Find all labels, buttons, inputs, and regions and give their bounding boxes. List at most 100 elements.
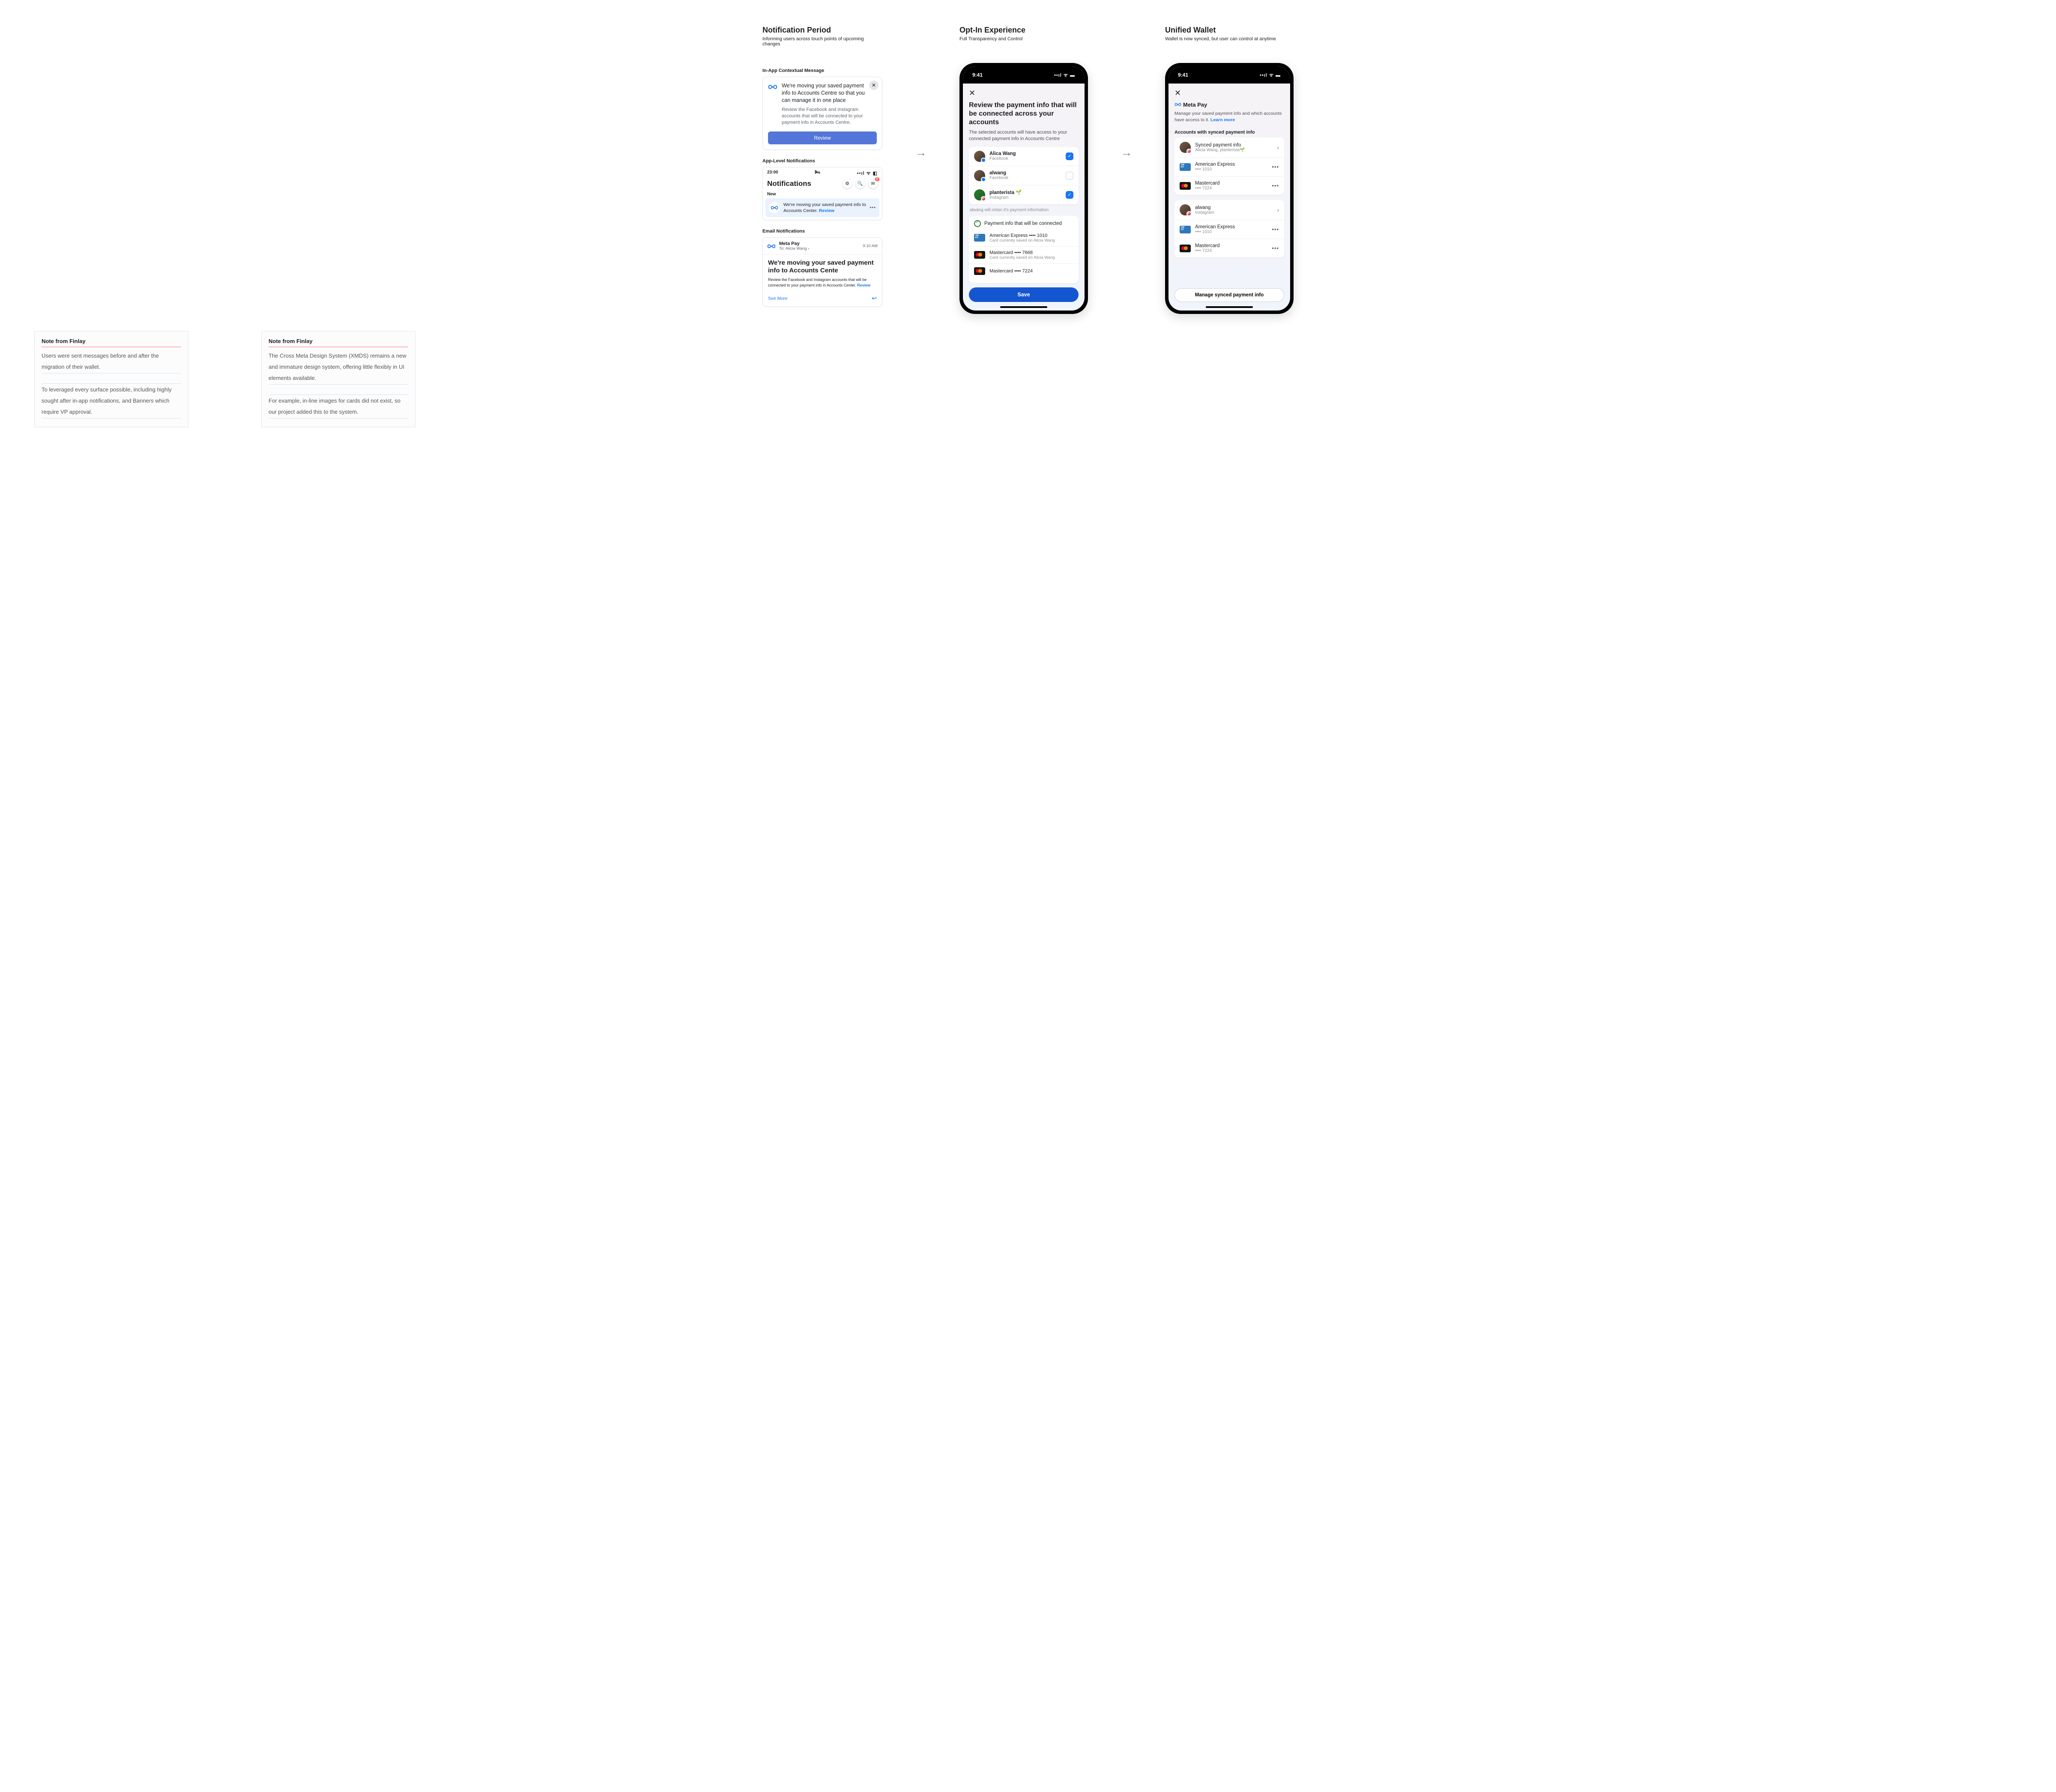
col3-title: Unified Wallet [1165, 26, 1216, 35]
label-applevel: App-Level Notifications [762, 158, 815, 164]
payment-row: Mastercard •••• 7224 [969, 263, 1079, 278]
arrow-icon: → [908, 26, 934, 159]
app-notification-screen: 23:00 🛏 ••ıl ᯤ ◧ Notifications ⚙ 🔍 ✉8 Ne… [762, 167, 882, 220]
manage-button[interactable]: Manage synced payment info [1174, 288, 1284, 302]
wallet-group: Synced payment infoAlicia Wang, planteri… [1174, 137, 1284, 195]
payment-row: Mastercard •••• 7668Card currently saved… [969, 246, 1079, 263]
meta-icon [769, 202, 780, 213]
label-email: Email Notifications [762, 229, 805, 234]
email-card: Meta Pay To: Alicia Wang › 9:10 AM We're… [762, 237, 882, 307]
mastercard-icon [974, 251, 985, 259]
optin-heading: Review the payment info that will be con… [969, 101, 1079, 127]
more-icon[interactable]: ••• [1272, 226, 1279, 233]
home-indicator [1206, 306, 1253, 308]
phone-frame-wallet: 9:41 ••ıl ᯤ ▬ ✕ Meta Pay Manage your sav… [1165, 63, 1294, 314]
wallet-group: alwangInstagram › American Express•••• 1… [1174, 200, 1284, 257]
amex-card-icon [1180, 163, 1191, 171]
more-icon[interactable]: ••• [1272, 245, 1279, 251]
email-body-text: Review the Facebook and Instagram accoun… [768, 277, 877, 288]
account-list: Alica WangFacebook ✓ alwangFacebook plan… [969, 147, 1079, 204]
meta-icon [1174, 101, 1181, 108]
wallet-section-label: Accounts with synced payment info [1174, 130, 1284, 135]
col1-title: Notification Period [762, 26, 831, 35]
account-row[interactable]: Alica WangFacebook ✓ [969, 147, 1079, 166]
instagram-badge-icon [981, 196, 986, 201]
more-icon[interactable]: ••• [1272, 182, 1279, 189]
wallet-card-row[interactable]: Mastercard•••• 7224 ••• [1174, 176, 1284, 195]
notifications-heading: Notifications [767, 179, 811, 188]
checkbox[interactable]: ✓ [1066, 191, 1073, 199]
badge-count: 8 [875, 177, 879, 181]
email-subject: We're moving your saved payment info to … [768, 259, 877, 275]
email-time: 9:10 AM [863, 244, 878, 248]
email-review-link[interactable]: Review [857, 283, 870, 287]
email-sender: Meta Pay [779, 241, 859, 246]
avatar [974, 189, 985, 200]
wallet-description: Manage your saved payment info and which… [1174, 111, 1284, 123]
payment-row: American Express •••• 1010Card currently… [969, 230, 1079, 246]
chevron-right-icon: › [1277, 207, 1279, 213]
avatar [974, 151, 985, 162]
avatar [974, 170, 985, 181]
inapp-title: We're moving your saved payment info to … [782, 82, 868, 104]
instagram-badge-icon [1186, 211, 1192, 216]
payment-heading: Payment info that will be connected [984, 221, 1062, 226]
col1-subtitle: Informing users across touch points of u… [762, 36, 882, 47]
search-icon[interactable]: 🔍 [855, 179, 865, 188]
mastercard-icon [1180, 182, 1191, 190]
arrow-icon: → [1114, 26, 1139, 159]
wallet-card-row[interactable]: American Express•••• 1010 ••• [1174, 220, 1284, 239]
account-row[interactable]: alwangFacebook [969, 166, 1079, 185]
more-icon[interactable]: ••• [1272, 164, 1279, 170]
save-button[interactable]: Save [969, 287, 1079, 302]
brand-label: Meta Pay [1183, 102, 1207, 108]
col2-subtitle: Full Transparency and Control [959, 36, 1022, 42]
home-indicator [1000, 306, 1047, 308]
note-left: Note from Finlay Users were sent message… [34, 331, 188, 427]
facebook-badge-icon [981, 158, 986, 163]
close-icon[interactable]: ✕ [969, 89, 1079, 98]
mastercard-icon [1180, 245, 1191, 252]
close-icon[interactable]: ✕ [1174, 89, 1284, 98]
account-row[interactable]: planterista 🌱Instagram ✓ [969, 185, 1079, 204]
new-label: New [763, 192, 882, 198]
avatar [1180, 142, 1191, 153]
optin-sub: The selected accounts will have access t… [969, 129, 1079, 143]
wallet-card-row[interactable]: Mastercard•••• 7224 ••• [1174, 239, 1284, 257]
mastercard-icon [974, 267, 985, 275]
close-icon[interactable]: ✕ [869, 81, 879, 90]
amex-card-icon [974, 234, 985, 242]
avatar [1180, 204, 1191, 215]
status-bar: 9:41 ••ıl ᯤ ▬ [1168, 66, 1290, 84]
note-right: Note from Finlay The Cross Meta Design S… [261, 331, 415, 427]
instagram-badge-icon [1186, 149, 1192, 154]
amex-card-icon [1180, 226, 1191, 233]
chevron-right-icon: › [1277, 144, 1279, 151]
status-bar: 9:41 ••ıl ᯤ ▬ [963, 66, 1085, 84]
inapp-body: Review the Facebook and Instagram accoun… [782, 107, 868, 126]
review-link[interactable]: Review [819, 208, 834, 213]
wallet-header-row[interactable]: alwangInstagram › [1174, 200, 1284, 220]
review-button[interactable]: Review [768, 131, 877, 144]
reply-icon[interactable]: ↩ [872, 295, 877, 302]
note-title: Note from Finlay [42, 337, 181, 347]
notification-text: We're moving your saved payment info to … [783, 202, 866, 214]
col2-title: Opt-In Experience [959, 26, 1025, 35]
wallet-card-row[interactable]: American Express•••• 1010 ••• [1174, 157, 1284, 176]
meta-icon [767, 243, 776, 249]
more-icon[interactable]: ••• [870, 205, 876, 210]
meta-icon [768, 82, 777, 92]
gear-icon[interactable]: ⚙ [843, 179, 852, 188]
messenger-icon[interactable]: ✉8 [868, 179, 878, 188]
wallet-header-row[interactable]: Synced payment infoAlicia Wang, planteri… [1174, 137, 1284, 157]
status-time: 23:00 [767, 170, 778, 176]
phone-frame-optin: 9:41 ••ıl ᯤ ▬ ✕ Review the payment info … [959, 63, 1088, 314]
learn-more-link[interactable]: Learn more [1210, 117, 1235, 122]
see-more-link[interactable]: See More [768, 296, 788, 301]
notification-row[interactable]: We're moving your saved payment info to … [765, 198, 879, 217]
checkbox[interactable]: ✓ [1066, 152, 1073, 160]
sync-icon [974, 220, 981, 227]
facebook-badge-icon [981, 177, 986, 182]
checkbox[interactable] [1066, 172, 1073, 179]
inapp-message-card: ✕ We're moving your saved payment info t… [762, 77, 882, 150]
